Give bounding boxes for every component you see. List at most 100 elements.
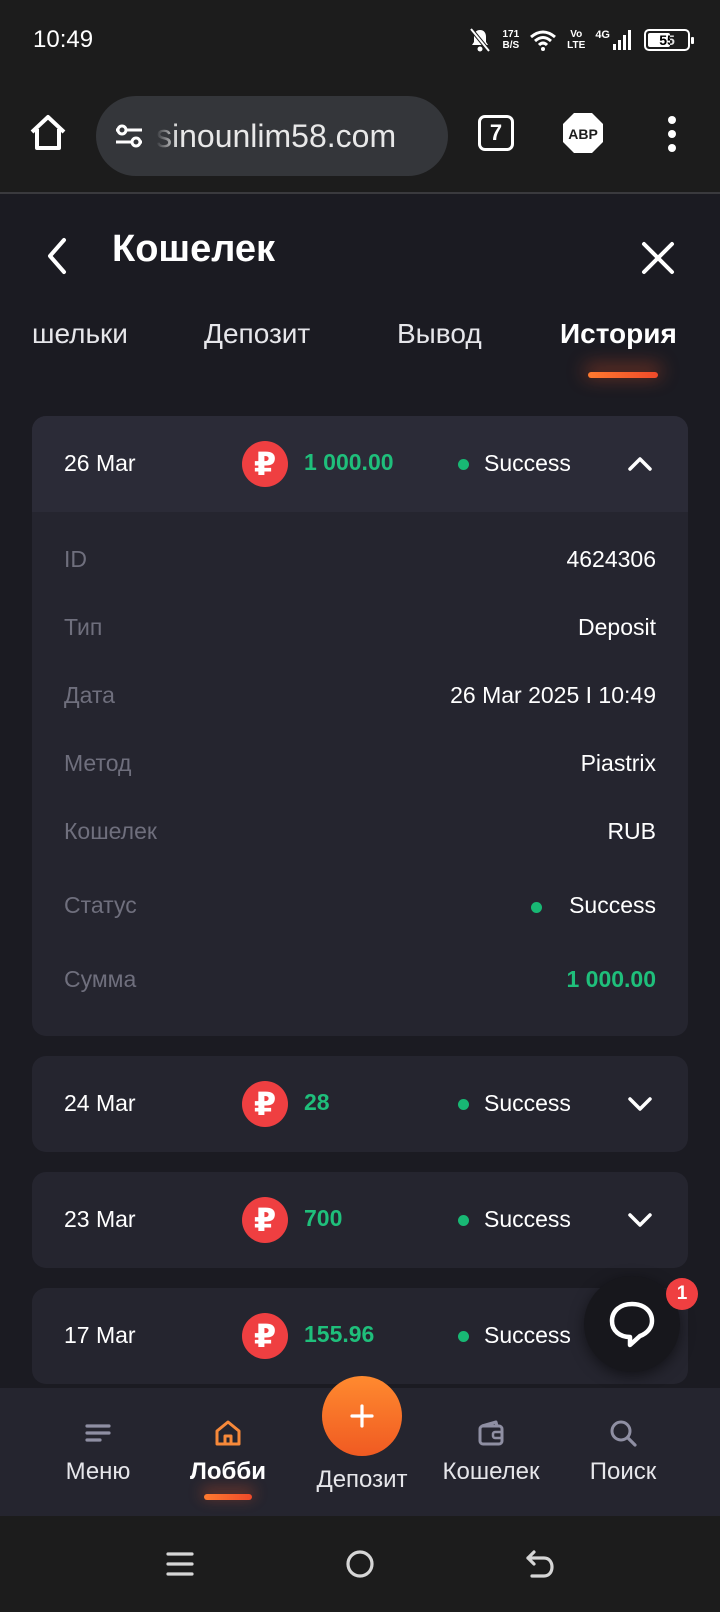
chevron-down-icon[interactable] xyxy=(626,1090,654,1118)
tab-switcher-button[interactable]: 7 xyxy=(478,115,514,151)
wallet-tabs: шельки Депозит Вывод История xyxy=(0,304,720,378)
ruble-icon: ₽ xyxy=(242,1081,288,1127)
status-time: 10:49 xyxy=(33,26,94,53)
close-icon[interactable] xyxy=(640,240,676,276)
battery-icon: 55 xyxy=(644,29,694,51)
detail-row-method: Метод Piastrix xyxy=(32,728,688,796)
transaction-card[interactable]: 23 Mar ₽ 700 Success xyxy=(32,1172,688,1268)
svg-text:ABP: ABP xyxy=(568,126,598,142)
active-tab-indicator xyxy=(588,372,658,378)
home-circle-icon[interactable] xyxy=(342,1546,378,1582)
tab-history[interactable]: История xyxy=(560,318,677,350)
transaction-status: Success xyxy=(484,450,571,476)
status-dot xyxy=(458,1331,469,1342)
transaction-header[interactable]: 24 Mar ₽ 28 Success xyxy=(32,1056,688,1152)
detail-value: 1 000.00 xyxy=(566,966,656,992)
bell-off-icon xyxy=(469,27,492,53)
transaction-amount: 28 xyxy=(304,1089,330,1115)
detail-row-type: Тип Deposit xyxy=(32,592,688,660)
plus-icon xyxy=(350,1404,374,1428)
nav-item-menu[interactable]: Меню xyxy=(58,1388,138,1516)
chevron-up-icon[interactable] xyxy=(626,450,654,478)
detail-row-amount: Сумма 1 000.00 xyxy=(32,940,688,1016)
deposit-fab-label: Депозит xyxy=(316,1466,408,1493)
chat-bubble-icon xyxy=(609,1301,655,1348)
back-arrow-icon[interactable] xyxy=(40,236,76,276)
ruble-icon: ₽ xyxy=(242,441,288,487)
detail-row-wallet: Кошелек RUB xyxy=(32,796,688,864)
browser-toolbar: sinounlim58.com 7 ABP xyxy=(0,82,720,194)
status-dot xyxy=(458,1099,469,1110)
transaction-header[interactable]: 23 Mar ₽ 700 Success xyxy=(32,1172,688,1268)
status-dot xyxy=(458,459,469,470)
nav-label: Кошелек xyxy=(442,1458,540,1485)
detail-row-id: ID 4624306 xyxy=(32,524,688,592)
wallet-page: Кошелек шельки Депозит Вывод История 26 … xyxy=(0,196,720,1388)
volte-indicator: Vo LTE xyxy=(567,29,586,51)
transaction-details: ID 4624306 Тип Deposit Дата 26 Mar 2025 … xyxy=(32,512,688,1036)
detail-value: 4624306 xyxy=(566,546,656,572)
chat-unread-badge: 1 xyxy=(666,1278,698,1310)
nav-item-lobby[interactable]: Лобби xyxy=(178,1388,278,1516)
active-nav-indicator xyxy=(204,1494,252,1500)
detail-label: ID xyxy=(64,546,87,572)
page-title: Кошелек xyxy=(112,228,276,270)
transaction-status: Success xyxy=(484,1206,571,1232)
transaction-status: Success xyxy=(484,1090,571,1116)
signal-bars-icon xyxy=(613,30,631,50)
back-icon[interactable] xyxy=(522,1546,558,1582)
home-icon[interactable] xyxy=(26,110,70,154)
system-nav-bar xyxy=(0,1516,720,1612)
menu-icon xyxy=(85,1424,111,1442)
adblock-icon[interactable]: ABP xyxy=(562,112,604,154)
detail-label: Тип xyxy=(64,614,103,640)
detail-value: 26 Mar 2025 I 10:49 xyxy=(450,682,656,708)
transaction-date: 17 Mar xyxy=(64,1322,136,1348)
search-icon xyxy=(610,1420,637,1447)
nav-label: Лобби xyxy=(190,1458,266,1485)
transaction-amount: 700 xyxy=(304,1205,343,1231)
detail-label: Статус xyxy=(64,892,137,918)
transaction-date: 24 Mar xyxy=(64,1090,136,1116)
nav-item-search[interactable]: Поиск xyxy=(578,1388,668,1516)
transaction-date: 26 Mar xyxy=(64,450,136,476)
transaction-amount: 155.96 xyxy=(304,1321,375,1347)
tab-wallets[interactable]: шельки xyxy=(32,318,128,350)
ruble-icon: ₽ xyxy=(242,1313,288,1359)
tab-deposit[interactable]: Депозит xyxy=(204,318,310,350)
wallet-icon xyxy=(478,1420,504,1446)
chevron-down-icon[interactable] xyxy=(626,1206,654,1234)
transaction-card[interactable]: 24 Mar ₽ 28 Success xyxy=(32,1056,688,1152)
transaction-status: Success xyxy=(484,1322,571,1348)
detail-label: Кошелек xyxy=(64,818,157,844)
detail-row-status: Статус Success xyxy=(32,864,688,940)
tab-withdraw[interactable]: Вывод xyxy=(397,318,482,350)
status-dot xyxy=(458,1215,469,1226)
nav-label: Меню xyxy=(65,1458,131,1485)
signal-icon: 4G xyxy=(595,29,634,51)
recent-apps-icon[interactable] xyxy=(162,1546,198,1582)
transaction-header[interactable]: 26 Mar ₽ 1 000.00 Success xyxy=(32,416,688,512)
detail-value: Piastrix xyxy=(580,750,656,776)
net-speed: 171 B/S xyxy=(502,29,520,51)
detail-value: Success xyxy=(569,892,656,918)
nav-item-wallet[interactable]: Кошелек xyxy=(428,1388,554,1516)
detail-row-date: Дата 26 Mar 2025 I 10:49 xyxy=(32,660,688,728)
status-dot xyxy=(531,902,542,913)
status-icons: 171 B/S Vo LTE 4G 55 xyxy=(468,22,694,58)
deposit-fab-button[interactable] xyxy=(322,1376,402,1456)
transaction-amount: 1 000.00 xyxy=(304,449,394,475)
detail-label: Метод xyxy=(64,750,132,776)
status-bar: 10:49 171 B/S Vo LTE 4G 55 xyxy=(0,0,720,82)
browser-menu-icon[interactable] xyxy=(662,116,682,152)
transaction-date: 23 Mar xyxy=(64,1206,136,1232)
site-settings-icon[interactable] xyxy=(112,119,146,153)
detail-value: RUB xyxy=(607,818,656,844)
detail-value: Deposit xyxy=(578,614,656,640)
transaction-card: 26 Mar ₽ 1 000.00 Success ID 4624306 Тип… xyxy=(32,416,688,1036)
url-text: sinounlim58.com xyxy=(156,117,397,154)
url-bar[interactable]: sinounlim58.com xyxy=(96,96,448,176)
detail-label: Сумма xyxy=(64,966,137,992)
detail-label: Дата xyxy=(64,682,115,708)
wifi-icon xyxy=(530,30,557,51)
